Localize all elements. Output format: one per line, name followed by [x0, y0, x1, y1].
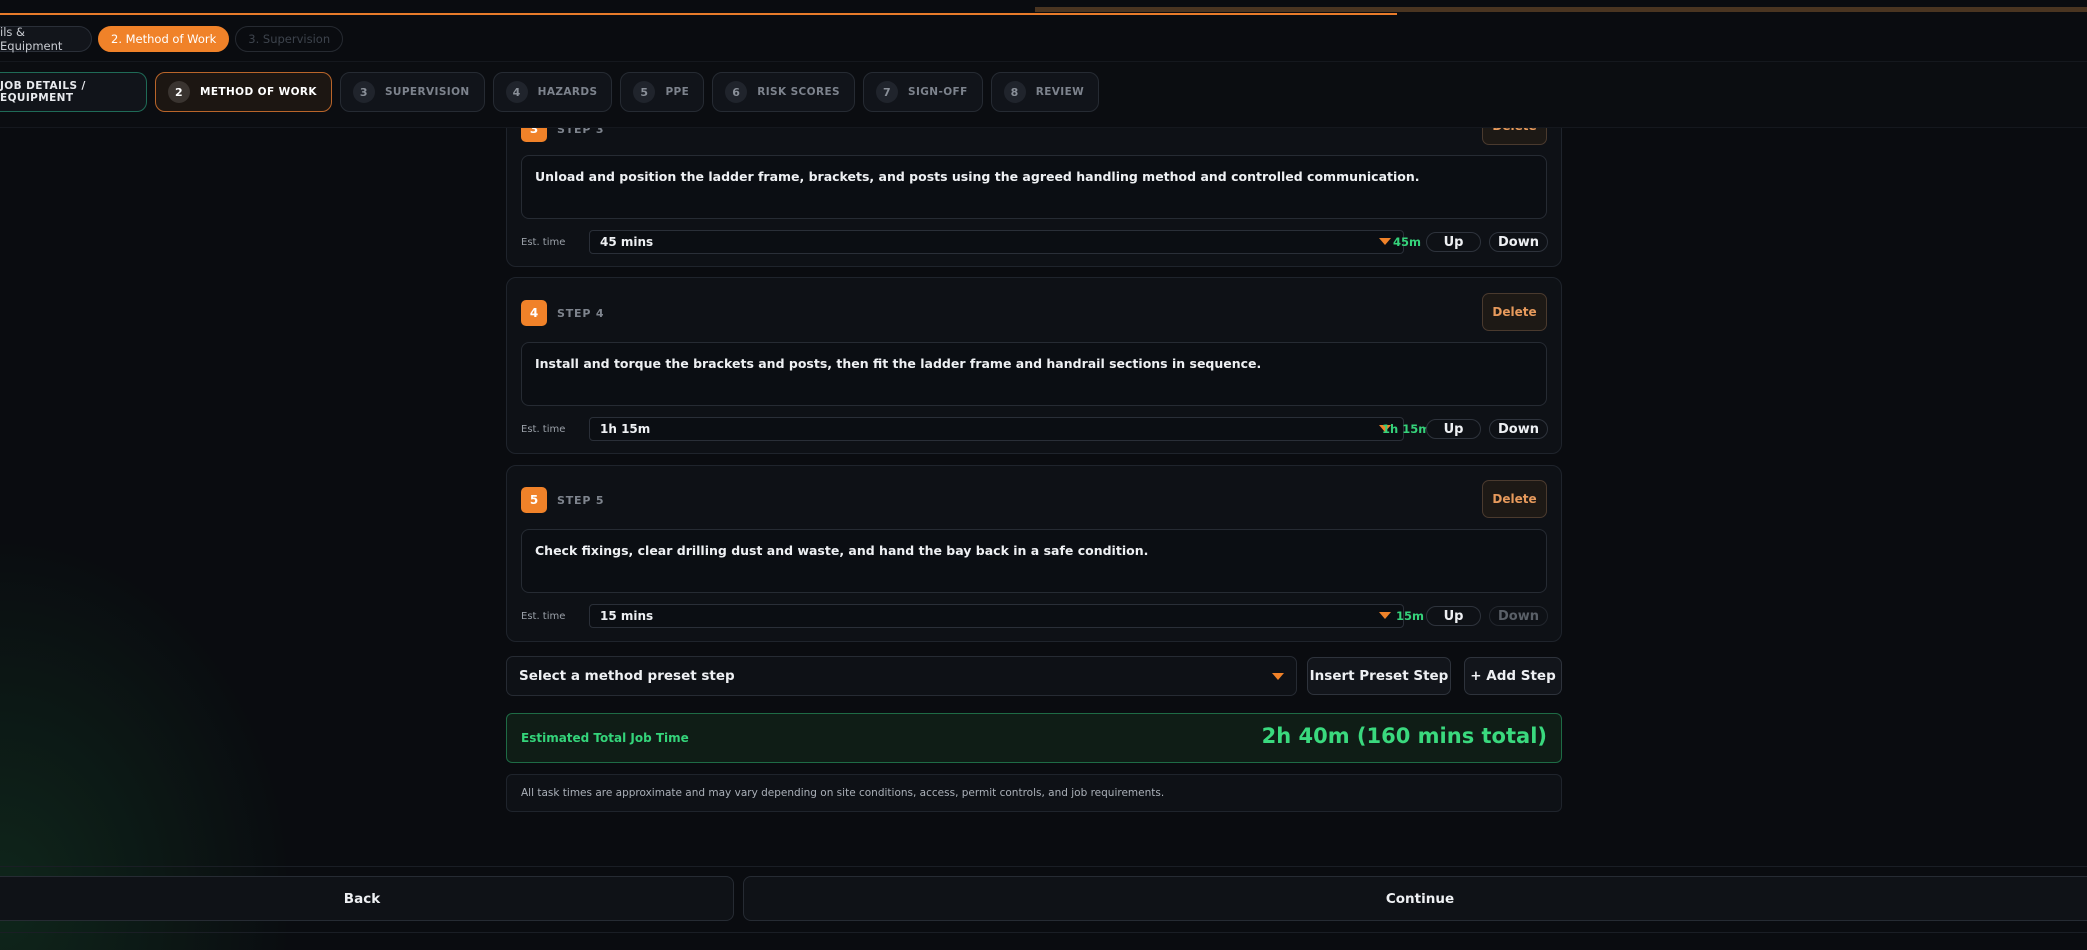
step-number-badge: 5 — [521, 487, 547, 513]
est-time-value: 45 mins — [600, 235, 654, 249]
mini-tab-job-details[interactable]: ils & Equipment — [0, 25, 92, 53]
stepper-ppe-visible[interactable]: 5 PPE — [620, 72, 705, 112]
step-duration: 1h 15m — [1382, 422, 1431, 436]
progress-track — [1035, 7, 2087, 12]
chevron-down-icon — [1379, 238, 1391, 245]
est-time-value: 1h 15m — [600, 422, 651, 436]
step-description-input[interactable]: Check fixings, clear drilling dust and w… — [521, 529, 1547, 593]
stepper-label: HAZARDS — [537, 86, 598, 98]
stepper-number: 8 — [1003, 81, 1026, 103]
add-step-button[interactable]: + Add Step — [1464, 657, 1562, 695]
stepper-method-of-work-visible[interactable]: 2 METHOD OF WORK — [155, 72, 332, 112]
total-value: 2h 40m (160 mins total) — [1261, 724, 1547, 748]
step-description-input[interactable]: Unload and position the ladder frame, br… — [521, 155, 1547, 219]
move-down-button[interactable]: Down — [1489, 232, 1548, 252]
back-button[interactable]: Back — [0, 876, 734, 921]
stepper-risk-scores-visible[interactable]: 6 RISK SCORES — [712, 72, 855, 112]
stepper-job-details-visible[interactable]: JOB DETAILS / EQUIPMENT — [0, 72, 147, 112]
step-label: STEP 5 — [557, 494, 605, 507]
move-down-button[interactable]: Down — [1489, 419, 1548, 439]
stepper-number: 2 — [168, 81, 190, 103]
mini-tab-supervision[interactable]: 3. Supervision — [235, 26, 344, 52]
time-disclaimer: All task times are approximate and may v… — [506, 774, 1562, 812]
move-up-button[interactable]: Up — [1426, 232, 1481, 252]
mini-tab-method-of-work[interactable]: 2. Method of Work — [98, 26, 230, 52]
chevron-down-icon — [1379, 612, 1391, 619]
mini-tab-bar: ils & Equipment 2. Method of Work 3. Sup… — [0, 25, 344, 53]
step-card-5: 5 STEP 5 Delete Check fixings, clear dri… — [506, 465, 1562, 642]
stepper-supervision-visible[interactable]: 3 SUPERVISION — [339, 72, 485, 112]
move-down-button[interactable]: Down — [1489, 606, 1548, 626]
chevron-down-icon — [1272, 673, 1284, 680]
insert-preset-step-button[interactable]: Insert Preset Step — [1307, 657, 1451, 695]
total-label: Estimated Total Job Time — [521, 731, 689, 745]
method-preset-select[interactable]: Select a method preset step — [506, 656, 1297, 696]
delete-step-button[interactable]: Delete — [1482, 480, 1547, 518]
step-duration: 45m — [1393, 235, 1421, 249]
step-description-input[interactable]: Install and torque the brackets and post… — [521, 342, 1547, 406]
stepper-label: REVIEW — [1035, 86, 1085, 98]
stepper-number: 5 — [633, 81, 656, 103]
step-number: 4 — [529, 306, 539, 320]
delete-step-button[interactable]: Delete — [1482, 293, 1547, 331]
stepper-label: METHOD OF WORK — [200, 86, 317, 98]
stepper-number: 3 — [352, 81, 375, 103]
est-time-select[interactable]: 15 mins — [589, 604, 1404, 628]
estimated-total-panel: Estimated Total Job Time 2h 40m (160 min… — [506, 713, 1562, 763]
wizard-stepper-visible: JOB DETAILS / EQUIPMENT 2 METHOD OF WORK… — [0, 72, 1100, 114]
step-duration: 15m — [1396, 609, 1424, 623]
est-time-label: Est. time — [521, 424, 566, 435]
stepper-number: 4 — [505, 81, 528, 103]
est-time-select[interactable]: 1h 15m — [589, 417, 1404, 441]
step-label: STEP 4 — [557, 307, 605, 320]
step-card-4: 4 STEP 4 Delete Install and torque the b… — [506, 277, 1562, 454]
est-time-value: 15 mins — [600, 609, 654, 623]
est-time-label: Est. time — [521, 611, 566, 622]
continue-button[interactable]: Continue — [743, 876, 2087, 921]
stepper-review-visible[interactable]: 8 REVIEW — [990, 72, 1100, 112]
stepper-label: SIGN-OFF — [907, 86, 968, 98]
move-up-button[interactable]: Up — [1426, 606, 1481, 626]
stepper-number: 6 — [725, 81, 748, 103]
progress-fill — [0, 13, 1397, 15]
divider — [0, 866, 2087, 867]
est-time-select[interactable]: 45 mins — [589, 230, 1404, 254]
est-time-label: Est. time — [521, 237, 566, 248]
stepper-hazards-visible[interactable]: 4 HAZARDS — [492, 72, 613, 112]
divider — [0, 932, 2087, 933]
step-number: 5 — [529, 493, 539, 507]
stepper-label: RISK SCORES — [757, 86, 840, 98]
move-up-button[interactable]: Up — [1426, 419, 1481, 439]
stepper-label: PPE — [665, 86, 690, 98]
preset-select-value: Select a method preset step — [519, 668, 735, 684]
divider — [0, 127, 2087, 128]
stepper-label: SUPERVISION — [384, 86, 470, 98]
step-number-badge: 4 — [521, 300, 547, 326]
stepper-label: JOB DETAILS / EQUIPMENT — [0, 80, 86, 104]
stepper-sign-off-visible[interactable]: 7 SIGN-OFF — [862, 72, 983, 112]
stepper-number: 7 — [875, 81, 898, 103]
